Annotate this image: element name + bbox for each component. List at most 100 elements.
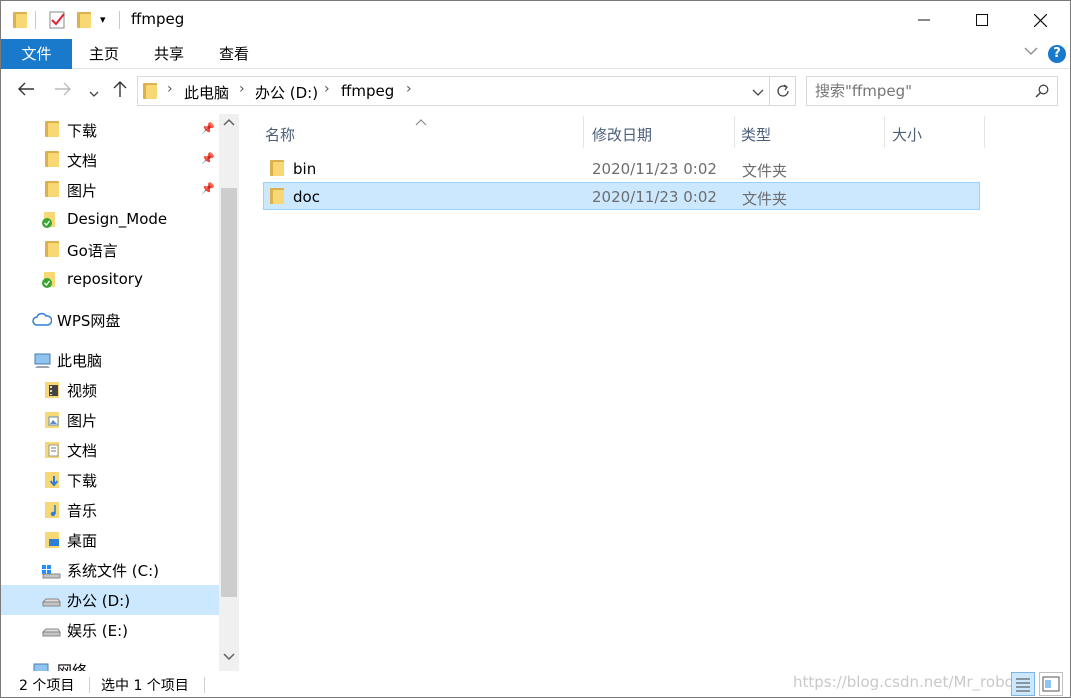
tab-home[interactable]: 主页: [79, 39, 129, 69]
maximize-icon: [976, 14, 988, 26]
address-bar[interactable]: › 此电脑 › 办公 (D:) › ffmpeg ›: [137, 76, 796, 106]
close-icon: [1033, 13, 1047, 27]
properties-icon[interactable]: [49, 11, 67, 29]
nav-item-downloads[interactable]: 下载: [1, 465, 219, 495]
nav-item-documents[interactable]: 文档: [1, 435, 219, 465]
arrow-right-icon: [55, 82, 71, 96]
breadcrumb-this-pc[interactable]: 此电脑: [184, 82, 229, 103]
nav-item-design-mode[interactable]: Design_Mode: [1, 205, 219, 235]
column-divider[interactable]: [583, 116, 584, 148]
nav-item-pictures-pinned[interactable]: 图片 📌: [1, 175, 219, 205]
scroll-down-icon[interactable]: [223, 651, 235, 664]
column-header-type[interactable]: 类型: [741, 124, 771, 145]
selection-count: 选中 1 个项目: [101, 678, 189, 694]
address-history-button[interactable]: [752, 86, 764, 102]
customize-toolbar-icon[interactable]: ▾: [100, 13, 106, 26]
nav-item-go[interactable]: Go语言: [1, 235, 219, 265]
file-row[interactable]: doc 2020/11/23 0:02 文件夹: [263, 182, 980, 210]
nav-item-drive-c[interactable]: 系统文件 (C:): [1, 555, 219, 585]
up-button[interactable]: [111, 80, 129, 103]
ribbon: 文件 主页 共享 查看 ?: [1, 39, 1070, 69]
nav-item-drive-d[interactable]: 办公 (D:): [1, 585, 219, 615]
refresh-button[interactable]: [775, 83, 791, 103]
tab-share[interactable]: 共享: [144, 39, 194, 69]
pin-icon: 📌: [201, 152, 215, 165]
breadcrumb-ffmpeg[interactable]: ffmpeg: [341, 82, 394, 100]
nav-item-label: 办公 (D:): [67, 592, 131, 610]
file-row[interactable]: bin 2020/11/23 0:02 文件夹: [263, 155, 980, 183]
expand-ribbon-icon[interactable]: [1024, 44, 1038, 62]
nav-item-label: 系统文件 (C:): [67, 562, 159, 580]
pictures-folder-icon: [45, 412, 59, 428]
arrow-left-icon: [18, 82, 34, 96]
divider: [89, 677, 90, 693]
large-icons-view-icon: [1042, 676, 1060, 692]
drive-icon: [41, 598, 61, 607]
nav-item-repository[interactable]: repository: [1, 265, 219, 295]
new-folder-icon[interactable]: [77, 12, 91, 28]
documents-folder-icon: [45, 442, 59, 458]
desktop-folder-icon: [45, 532, 59, 548]
nav-item-this-pc[interactable]: 此电脑: [1, 345, 219, 375]
details-view-button[interactable]: [1011, 672, 1035, 696]
nav-item-label: 图片: [67, 412, 98, 430]
chevron-right-icon[interactable]: ›: [324, 81, 330, 97]
title-bar: ▾ ffmpeg: [1, 1, 1070, 39]
nav-item-label: 娱乐 (E:): [67, 622, 129, 640]
search-input[interactable]: [815, 81, 1025, 101]
scrollbar-thumb[interactable]: [221, 188, 237, 597]
nav-item-network[interactable]: 网络: [1, 655, 219, 671]
help-button[interactable]: ?: [1048, 45, 1066, 63]
nav-item-wps-cloud[interactable]: WPS网盘: [1, 305, 219, 335]
close-button[interactable]: [1011, 1, 1069, 39]
column-header-name[interactable]: 名称: [265, 124, 295, 145]
chevron-right-icon[interactable]: ›: [167, 81, 173, 97]
nav-item-desktop[interactable]: 桌面: [1, 525, 219, 555]
nav-item-drive-e[interactable]: 娱乐 (E:): [1, 615, 219, 645]
column-header-modified[interactable]: 修改日期: [592, 124, 652, 145]
maximize-button[interactable]: [953, 1, 1011, 39]
nav-item-label: 下载: [67, 472, 98, 490]
nav-item-pictures[interactable]: 图片: [1, 405, 219, 435]
chevron-right-icon[interactable]: ›: [406, 81, 412, 97]
scroll-up-icon[interactable]: [223, 118, 235, 131]
nav-item-downloads-pinned[interactable]: 下载 📌: [1, 115, 219, 145]
nav-item-label: 网络: [57, 662, 88, 671]
large-icons-view-button[interactable]: [1039, 672, 1063, 696]
nav-pane-scrollbar[interactable]: [219, 114, 239, 671]
tab-view[interactable]: 查看: [209, 39, 259, 69]
watermark: https://blog.csdn.net/Mr_robot_: [793, 673, 1028, 691]
file-date: 2020/11/23 0:02: [592, 188, 717, 206]
folder-icon: [143, 83, 157, 99]
arrow-up-icon: [113, 81, 127, 97]
search-box[interactable]: [806, 76, 1058, 106]
nav-item-videos[interactable]: 视频: [1, 375, 219, 405]
breadcrumb-drive-d[interactable]: 办公 (D:): [255, 82, 318, 103]
chevron-right-icon[interactable]: ›: [239, 81, 245, 97]
divider: [35, 11, 36, 29]
column-divider[interactable]: [984, 116, 985, 148]
nav-item-documents-pinned[interactable]: 文档 📌: [1, 145, 219, 175]
minimize-button[interactable]: [895, 1, 953, 39]
nav-item-label: Go语言: [67, 242, 118, 260]
navigation-pane: 下载 📌 文档 📌 图片 📌 Design_Mode Go语言 reposito…: [1, 114, 241, 671]
column-divider[interactable]: [734, 116, 735, 148]
nav-item-music[interactable]: 音乐: [1, 495, 219, 525]
tab-file[interactable]: 文件: [1, 39, 72, 69]
column-header-size[interactable]: 大小: [892, 124, 922, 145]
column-divider[interactable]: [884, 116, 885, 148]
forward-button[interactable]: [54, 80, 72, 103]
nav-item-label: 文档: [67, 152, 98, 170]
computer-icon: [34, 353, 51, 368]
network-icon: [33, 663, 49, 671]
refresh-icon: [777, 84, 789, 97]
folder-icon: [270, 160, 284, 176]
back-button[interactable]: [17, 80, 35, 103]
nav-item-label: repository: [67, 270, 143, 288]
explorer-window: ▾ ffmpeg 文件 主页 共享 查看 ? › 此电脑 › 办公 (D:) ›…: [0, 0, 1071, 698]
windows-drive-icon: [42, 565, 61, 579]
recent-locations-button[interactable]: [89, 83, 99, 104]
pin-icon: 📌: [201, 182, 215, 195]
search-icon[interactable]: [1035, 84, 1049, 102]
folder-icon: [45, 241, 61, 259]
